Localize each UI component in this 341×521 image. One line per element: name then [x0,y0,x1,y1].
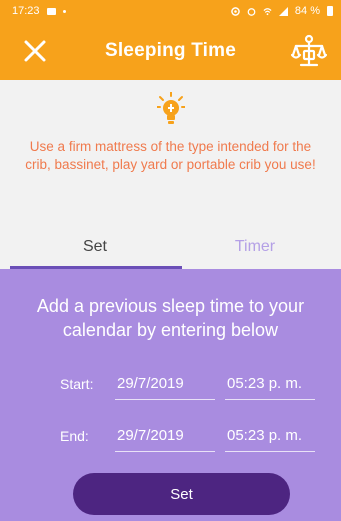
status-bar: 17:23 84 % [0,0,341,22]
tip-text: Use a firm mattress of the type intended… [25,139,316,172]
scale-button[interactable] [290,34,328,68]
wifi-icon [263,7,272,15]
start-time-field[interactable]: 05:23 p. m. [225,372,315,400]
entry-panel: Add a previous sleep time to your calend… [0,269,341,521]
tab-bar: Set Timer [0,225,341,269]
signal-icon [278,6,288,16]
end-row: End: 29/7/2019 05:23 p. m. [0,424,341,454]
status-time: 17:23 [12,5,40,17]
tab-timer[interactable]: Timer [170,225,340,269]
battery-percent: 84 % [294,5,320,17]
start-date-field[interactable]: 29/7/2019 [115,372,215,400]
alarm-icon [247,7,256,16]
tip-area: Use a firm mattress of the type intended… [0,80,341,225]
app-bar: Sleeping Time [0,22,341,80]
notification-dot-icon [62,9,66,13]
end-time-field[interactable]: 05:23 p. m. [225,424,315,452]
battery-icon [327,6,333,16]
start-label: Start: [60,376,94,392]
start-row: Start: 29/7/2019 05:23 p. m. [0,372,341,402]
notification-icon [46,7,56,15]
tab-set[interactable]: Set [10,225,180,269]
scale-icon [290,34,328,67]
page-title: Sleeping Time [104,40,237,61]
location-icon [231,6,240,16]
end-date-field[interactable]: 29/7/2019 [115,424,215,452]
lightbulb-icon [157,92,185,124]
instruction-text: Add a previous sleep time to your calend… [36,296,305,340]
end-label: End: [60,428,89,444]
set-button[interactable]: Set [73,473,290,515]
